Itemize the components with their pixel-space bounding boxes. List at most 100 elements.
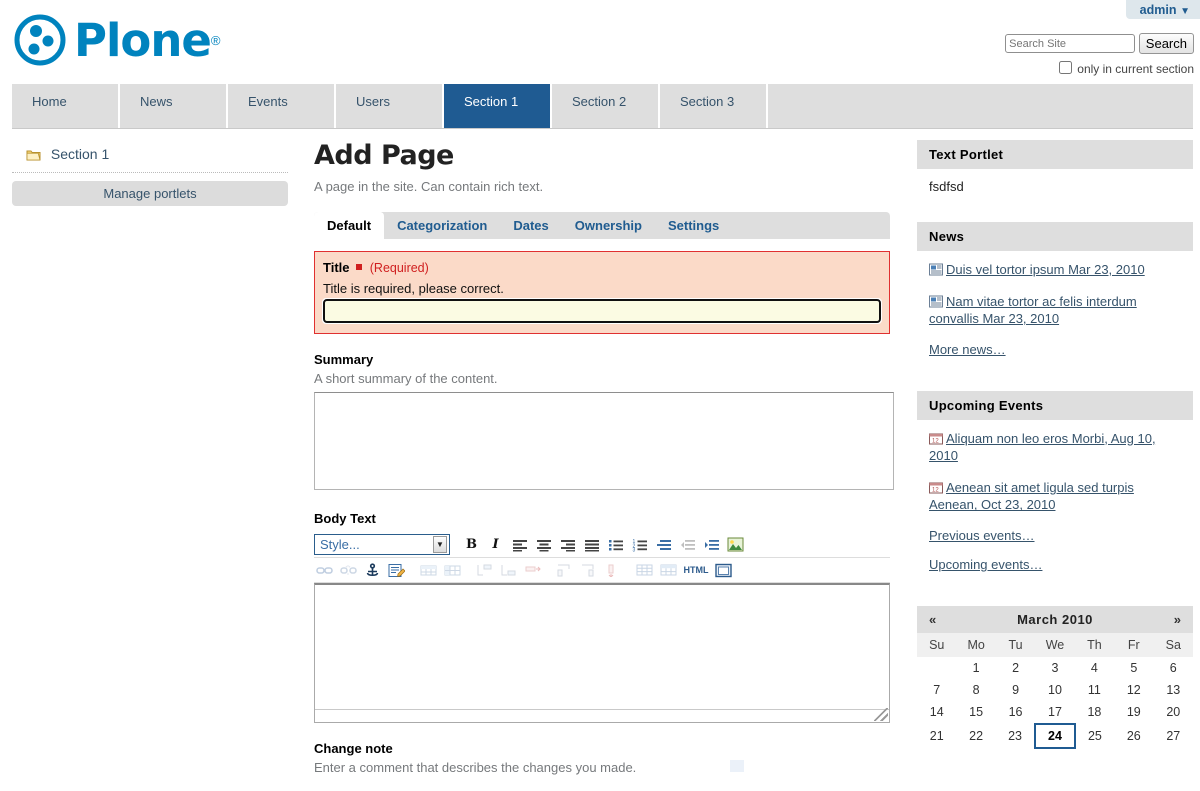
- calendar-day[interactable]: 4: [1075, 657, 1114, 679]
- calendar-day[interactable]: 13: [1154, 679, 1193, 701]
- event-list-item[interactable]: 12 Aliquam non leo eros Morbi, Aug 10, 2…: [929, 430, 1181, 465]
- calendar-day[interactable]: 5: [1114, 657, 1153, 679]
- edit-style-icon[interactable]: [386, 560, 407, 580]
- search-button[interactable]: Search: [1138, 33, 1194, 54]
- insert-row-before-icon[interactable]: [474, 560, 495, 580]
- user-menu-label[interactable]: admin: [1140, 3, 1177, 17]
- calendar-day[interactable]: 7: [917, 679, 956, 701]
- news-portlet-title: News: [917, 222, 1193, 251]
- calendar-day[interactable]: 1: [956, 657, 995, 679]
- tab-settings[interactable]: Settings: [655, 212, 732, 239]
- numbered-list-icon[interactable]: 123: [629, 535, 650, 555]
- insert-image-icon[interactable]: [725, 535, 746, 555]
- delete-column-icon[interactable]: [602, 560, 623, 580]
- calendar-day[interactable]: 2: [996, 657, 1035, 679]
- news-list-item[interactable]: Duis vel tortor ipsum Mar 23, 2010: [929, 261, 1181, 279]
- outdent-icon[interactable]: [677, 535, 698, 555]
- chevron-down-icon[interactable]: ▼: [433, 536, 447, 553]
- calendar-day[interactable]: 10: [1035, 679, 1074, 701]
- calendar-day[interactable]: 27: [1154, 724, 1193, 748]
- calendar-day[interactable]: 25: [1075, 724, 1114, 748]
- calendar-day[interactable]: 8: [956, 679, 995, 701]
- italic-icon[interactable]: I: [485, 535, 506, 555]
- table-properties-icon[interactable]: [658, 560, 679, 580]
- calendar-day[interactable]: 9: [996, 679, 1035, 701]
- calendar-next-button[interactable]: »: [1161, 612, 1181, 627]
- calendar-day[interactable]: 3: [1035, 657, 1074, 679]
- plone-logo-icon: [12, 12, 68, 68]
- definition-list-icon[interactable]: [653, 535, 674, 555]
- tab-dates[interactable]: Dates: [500, 212, 561, 239]
- insert-column-after-icon[interactable]: [578, 560, 599, 580]
- calendar-day[interactable]: 14: [917, 701, 956, 724]
- sidebar-item-section-1[interactable]: Section 1: [12, 140, 288, 170]
- align-center-icon[interactable]: [533, 535, 554, 555]
- calendar-day[interactable]: 19: [1114, 701, 1153, 724]
- unlink-icon[interactable]: [338, 560, 359, 580]
- calendar-day[interactable]: 22: [956, 724, 995, 748]
- event-item-link[interactable]: Aenean sit amet ligula sed turpis Aenean…: [929, 480, 1134, 513]
- calendar-day[interactable]: 18: [1075, 701, 1114, 724]
- manage-portlets-link[interactable]: Manage portlets: [12, 181, 288, 206]
- nav-tab-users[interactable]: Users: [336, 84, 444, 128]
- align-justify-icon[interactable]: [581, 535, 602, 555]
- summary-textarea[interactable]: [314, 392, 894, 490]
- calendar-day[interactable]: 11: [1075, 679, 1114, 701]
- table-cell-properties-icon[interactable]: [442, 560, 463, 580]
- align-right-icon[interactable]: [557, 535, 578, 555]
- align-left-icon[interactable]: [509, 535, 530, 555]
- site-logo[interactable]: Plone ®: [12, 12, 220, 68]
- edit-html-icon[interactable]: HTML: [682, 560, 710, 580]
- more-news-link[interactable]: More news…: [929, 342, 1181, 357]
- calendar-prev-button[interactable]: «: [929, 612, 949, 627]
- previous-events-link[interactable]: Previous events…: [929, 528, 1181, 543]
- calendar-day[interactable]: 23: [996, 724, 1035, 748]
- news-list-item[interactable]: Nam vitae tortor ac felis interdum conva…: [929, 293, 1181, 328]
- nav-tab-events[interactable]: Events: [228, 84, 336, 128]
- insert-table-icon[interactable]: [634, 560, 655, 580]
- calendar-day[interactable]: 17: [1035, 701, 1074, 724]
- calendar-day[interactable]: 20: [1154, 701, 1193, 724]
- chevron-down-icon[interactable]: ▼: [1180, 6, 1190, 17]
- form-tabs: Default Categorization Dates Ownership S…: [314, 212, 890, 239]
- tab-default[interactable]: Default: [314, 212, 385, 239]
- indent-icon[interactable]: [701, 535, 722, 555]
- nav-tab-section-2[interactable]: Section 2: [552, 84, 660, 128]
- nav-tab-news[interactable]: News: [120, 84, 228, 128]
- calendar-day[interactable]: 6: [1154, 657, 1193, 679]
- body-text-editor-area[interactable]: [314, 583, 890, 723]
- calendar-day[interactable]: 26: [1114, 724, 1153, 748]
- anchor-icon[interactable]: [362, 560, 383, 580]
- tab-categorization[interactable]: Categorization: [384, 212, 500, 239]
- editor-resize-handle[interactable]: [874, 708, 888, 721]
- calendar-day[interactable]: 12: [1114, 679, 1153, 701]
- delete-row-icon[interactable]: [522, 560, 543, 580]
- bullet-list-icon[interactable]: [605, 535, 626, 555]
- calendar-day[interactable]: [917, 657, 956, 679]
- fullscreen-icon[interactable]: [713, 560, 734, 580]
- calendar-day[interactable]: 15: [956, 701, 995, 724]
- event-item-link[interactable]: Aliquam non leo eros Morbi, Aug 10, 2010: [929, 431, 1156, 464]
- table-row-properties-icon[interactable]: [418, 560, 439, 580]
- title-input[interactable]: [322, 298, 882, 324]
- nav-tab-section-3[interactable]: Section 3: [660, 84, 768, 128]
- news-item-link[interactable]: Duis vel tortor ipsum Mar 23, 2010: [946, 262, 1145, 277]
- calendar-day[interactable]: 16: [996, 701, 1035, 724]
- tab-ownership[interactable]: Ownership: [562, 212, 655, 239]
- nav-tab-home[interactable]: Home: [12, 84, 120, 128]
- calendar-day-today[interactable]: 24: [1034, 722, 1076, 749]
- insert-row-after-icon[interactable]: [498, 560, 519, 580]
- style-select[interactable]: Style... ▼: [314, 534, 450, 555]
- bold-icon[interactable]: B: [461, 535, 482, 555]
- insert-link-icon[interactable]: [314, 560, 335, 580]
- event-list-item[interactable]: 12 Aenean sit amet ligula sed turpis Aen…: [929, 479, 1181, 514]
- news-item-link[interactable]: Nam vitae tortor ac felis interdum conva…: [929, 294, 1137, 327]
- calendar-weekday-row: Su Mo Tu We Th Fr Sa: [917, 632, 1193, 657]
- calendar-day[interactable]: 21: [917, 724, 956, 748]
- folder-icon: [26, 148, 45, 164]
- search-input[interactable]: [1005, 34, 1136, 53]
- only-current-section-checkbox[interactable]: [1058, 61, 1072, 74]
- upcoming-events-link[interactable]: Upcoming events…: [929, 557, 1181, 572]
- nav-tab-section-1[interactable]: Section 1: [444, 84, 552, 128]
- insert-column-before-icon[interactable]: [554, 560, 575, 580]
